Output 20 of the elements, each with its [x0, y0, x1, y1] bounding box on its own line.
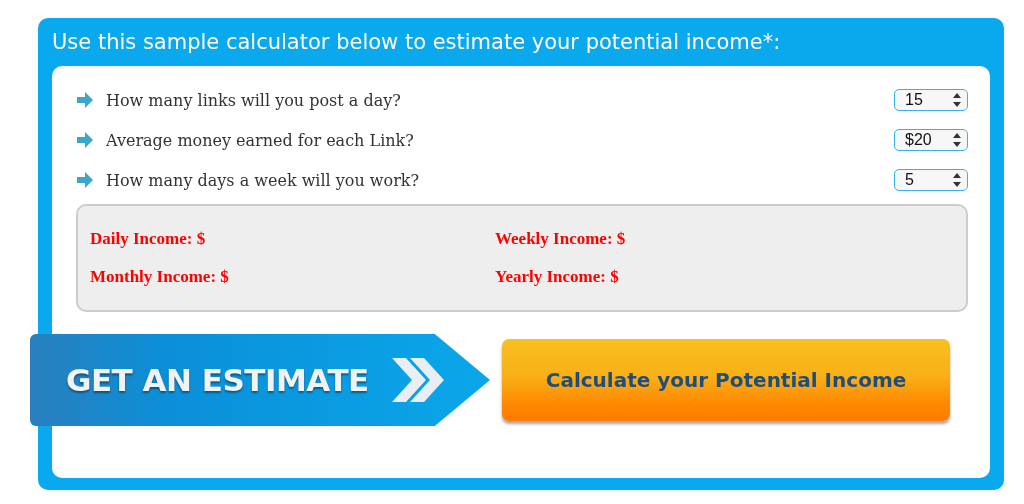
- value-select[interactable]: 15: [894, 89, 968, 111]
- stepper-icon: [953, 133, 961, 147]
- calculate-button[interactable]: Calculate your Potential Income: [502, 339, 950, 421]
- value-select[interactable]: 5: [894, 169, 968, 191]
- question-label: Average money earned for each Link?: [106, 130, 415, 150]
- income-result: Weekly Income: $: [495, 229, 627, 249]
- chevron-icon: [390, 358, 446, 402]
- question-label: How many days a week will you work?: [106, 170, 421, 190]
- income-result: Yearly Income: $: [495, 267, 620, 287]
- arrow-icon: [76, 171, 94, 189]
- income-result: Monthly Income: $: [90, 267, 230, 287]
- value-select[interactable]: $20: [894, 129, 968, 151]
- panel-title: Use this sample calculator below to estimate your potential income*:: [52, 30, 782, 54]
- arrow-icon: [76, 131, 94, 149]
- banner-text: GET AN ESTIMATE: [66, 362, 369, 398]
- question-label: How many links will you post a day?: [106, 90, 402, 110]
- stepper-icon: [953, 93, 961, 107]
- stepper-icon: [953, 173, 961, 187]
- income-result: Daily Income: $: [90, 229, 207, 249]
- arrow-icon: [76, 91, 94, 109]
